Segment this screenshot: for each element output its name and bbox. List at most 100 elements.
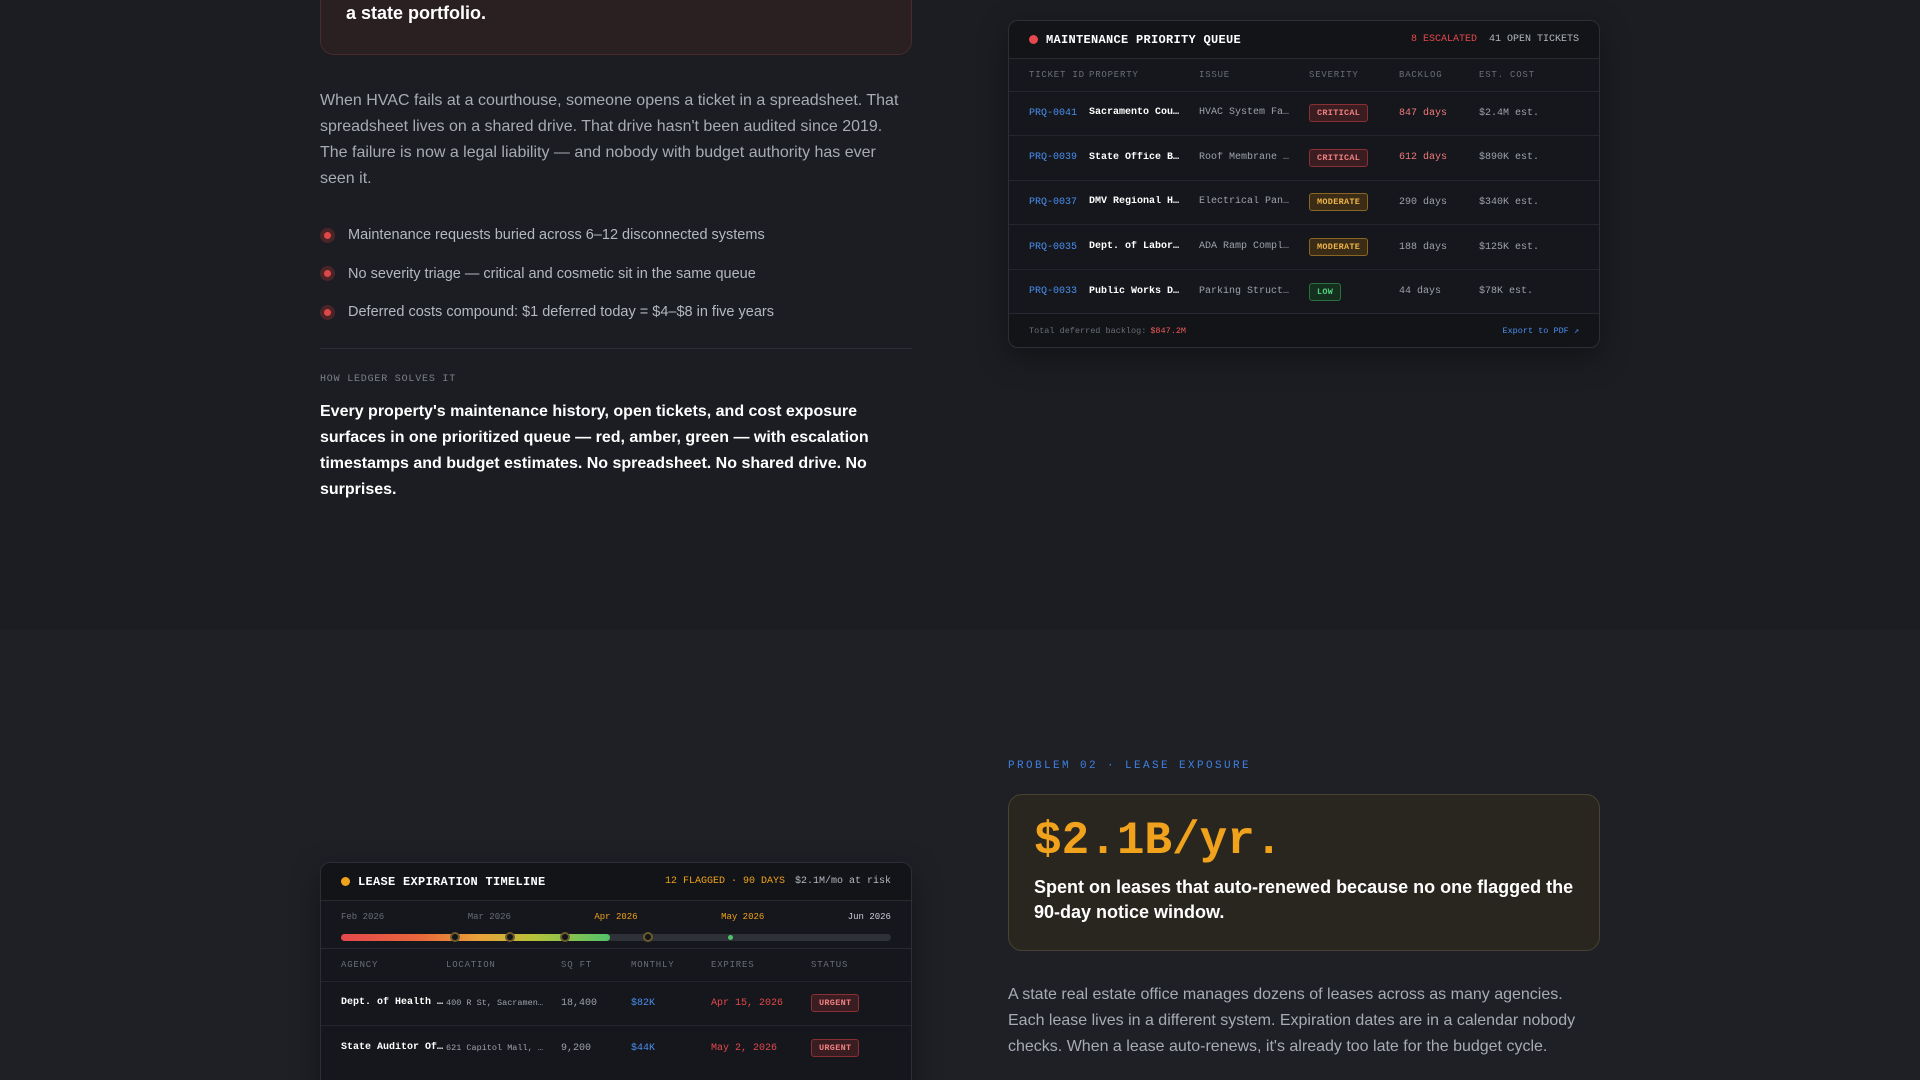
red-dot-icon — [320, 227, 335, 243]
month-label: Jun 2026 — [847, 912, 891, 922]
sqft-cell: 9,200 — [561, 1025, 631, 1071]
ticket-id-link[interactable]: PRQ-0041 — [1009, 90, 1089, 136]
severity-badge: CRITICAL — [1309, 104, 1369, 123]
status-badge: URGENT — [811, 994, 860, 1013]
ticket-id-link[interactable]: PRQ-0033 — [1009, 268, 1089, 314]
maintenance-queue-title: MAINTENANCE PRIORITY QUEUE — [1046, 32, 1242, 47]
lease-timeline-title: LEASE EXPIRATION TIMELINE — [358, 874, 546, 889]
property-cell: DMV Regional H… — [1089, 179, 1199, 225]
agency-cell: State Auditor Of… — [321, 1025, 446, 1071]
open-tickets-count: 41 OPEN TICKETS — [1488, 34, 1579, 45]
issue-cell: Parking Struct… — [1199, 268, 1309, 314]
problem-02-stat-card: $2.1B/yr. Spent on leases that auto-rene… — [1008, 794, 1600, 951]
solve-label: HOW LEDGER SOLVES IT — [320, 374, 457, 385]
month-label: Feb 2026 — [341, 912, 385, 922]
bullet-item: Deferred costs compound: $1 deferred tod… — [320, 293, 910, 332]
status-cell: URGENT — [811, 980, 911, 1026]
ticket-id-link[interactable]: PRQ-0035 — [1009, 224, 1089, 270]
backlog-total-label: Total deferred backlog: — [1029, 325, 1147, 336]
table-row[interactable]: Dept. of Health … 400 R St, Sacramen… 18… — [321, 980, 911, 1026]
table-row[interactable]: PRQ-0035 Dept. of Labor… ADA Ramp Compl…… — [1009, 224, 1599, 270]
section-problem-01 — [0, 0, 1920, 630]
lease-marker[interactable] — [504, 932, 515, 942]
column-header: BACKLOG — [1399, 69, 1443, 80]
property-cell: State Office B… — [1089, 135, 1199, 181]
sqft-cell: 18,400 — [561, 980, 631, 1026]
property-cell: Dept. of Labor… — [1089, 224, 1199, 270]
column-header: EXPIRES — [711, 959, 755, 970]
maintenance-queue-panel: MAINTENANCE PRIORITY QUEUE 8 ESCALATED 4… — [1008, 20, 1600, 348]
cost-cell: $890K est. — [1479, 135, 1599, 181]
monthly-cell: $82K — [631, 980, 711, 1026]
severity-cell: LOW — [1309, 268, 1399, 314]
expires-cell: Apr 15, 2026 — [711, 980, 811, 1026]
table-row[interactable]: PRQ-0041 Sacramento Cou… HVAC System Fa…… — [1009, 90, 1599, 136]
lease-timeline-stats: 12 FLAGGED · 90 DAYS $2.1M/mo at risk — [665, 876, 891, 887]
location-cell: 621 Capitol Mall, … — [446, 1025, 561, 1071]
severity-cell: MODERATE — [1309, 224, 1399, 270]
bullet-item: Maintenance requests buried across 6–12 … — [320, 216, 910, 255]
issue-cell: ADA Ramp Compl… — [1199, 224, 1309, 270]
export-pdf-link[interactable]: Export to PDF ↗ — [1502, 326, 1579, 336]
ticket-id-link[interactable]: PRQ-0039 — [1009, 135, 1089, 181]
severity-cell: CRITICAL — [1309, 135, 1399, 181]
table-row[interactable]: PRQ-0037 DMV Regional H… Electrical Pan…… — [1009, 179, 1599, 225]
bullet-text: Maintenance requests buried across 6–12 … — [348, 227, 765, 244]
backlog-cell: 612 days — [1399, 135, 1479, 181]
table-row[interactable]: PRQ-0033 Public Works D… Parking Struct…… — [1009, 268, 1599, 314]
monthly-cell: $44K — [631, 1025, 711, 1071]
table-row[interactable]: State Auditor Of… 621 Capitol Mall, … 9,… — [321, 1025, 911, 1071]
backlog-total-amount: $847.2M — [1150, 325, 1187, 336]
month-label: May 2026 — [721, 912, 765, 922]
problem-02-card-desc: Spent on leases that auto-renewed becaus… — [1034, 877, 1574, 922]
red-dot-icon — [320, 266, 335, 282]
status-dot-icon — [1029, 35, 1038, 44]
maintenance-table: TICKET ID PROPERTY ISSUE SEVERITY BACKLO… — [1009, 59, 1599, 314]
problem-02-label: PROBLEM 02 · LEASE EXPOSURE — [1008, 760, 1252, 772]
status-badge: URGENT — [811, 1039, 860, 1058]
severity-cell: MODERATE — [1309, 179, 1399, 225]
month-label: Mar 2026 — [467, 912, 511, 922]
backlog-cell: 44 days — [1399, 268, 1479, 314]
backlog-cell: 188 days — [1399, 224, 1479, 270]
column-header: ISSUE — [1199, 69, 1231, 80]
maintenance-queue-stats: 8 ESCALATED 41 OPEN TICKETS — [1411, 34, 1579, 45]
problem-02-big-stat: $2.1B/yr. — [1034, 815, 1283, 867]
column-header: TICKET ID — [1029, 69, 1085, 80]
timeline-months: Feb 2026 Mar 2026 Apr 2026 May 2026 Jun … — [341, 912, 891, 922]
bullet-item: No severity triage — critical and cosmet… — [320, 255, 910, 294]
problem-02-body: A state real estate office manages dozen… — [1008, 986, 1576, 1055]
bullet-text: Deferred costs compound: $1 deferred tod… — [348, 304, 774, 321]
cost-cell: $78K est. — [1479, 268, 1599, 314]
cost-cell: $2.4M est. — [1479, 90, 1599, 136]
status-cell: URGENT — [811, 1025, 911, 1071]
column-header: EST. COST — [1479, 69, 1535, 80]
issue-cell: Electrical Pan… — [1199, 179, 1309, 225]
cost-cell: $340K est. — [1479, 179, 1599, 225]
backlog-cell: 290 days — [1399, 179, 1479, 225]
section-problem-02 — [0, 630, 1920, 1080]
severity-badge: LOW — [1309, 282, 1342, 301]
table-header-row: TICKET ID PROPERTY ISSUE SEVERITY BACKLO… — [1009, 59, 1599, 91]
column-header: MONTHLY — [631, 959, 675, 970]
divider — [320, 348, 912, 349]
lease-timeline-panel: LEASE EXPIRATION TIMELINE 12 FLAGGED · 9… — [320, 862, 912, 1080]
property-cell: Sacramento Cou… — [1089, 90, 1199, 136]
lease-marker[interactable] — [642, 932, 653, 942]
issue-cell: HVAC System Fa… — [1199, 90, 1309, 136]
lease-marker[interactable] — [449, 932, 460, 942]
severity-badge: MODERATE — [1309, 193, 1369, 212]
property-cell: Public Works D… — [1089, 268, 1199, 314]
maintenance-queue-footer: Total deferred backlog: $847.2M Export t… — [1009, 313, 1599, 347]
solve-text: Every property's maintenance history, op… — [320, 403, 869, 498]
ticket-id-link[interactable]: PRQ-0037 — [1009, 179, 1089, 225]
cost-cell: $125K est. — [1479, 224, 1599, 270]
table-row[interactable]: PRQ-0039 State Office B… Roof Membrane …… — [1009, 135, 1599, 181]
severity-cell: CRITICAL — [1309, 90, 1399, 136]
flagged-count: 12 FLAGGED · 90 DAYS — [664, 876, 785, 887]
column-header: SQ FT — [561, 959, 593, 970]
lease-marker[interactable] — [559, 932, 570, 942]
problem-01-card-desc: a state portfolio. — [346, 3, 487, 23]
maintenance-queue-header: MAINTENANCE PRIORITY QUEUE 8 ESCALATED 4… — [1009, 21, 1599, 59]
severity-badge: MODERATE — [1309, 238, 1369, 257]
